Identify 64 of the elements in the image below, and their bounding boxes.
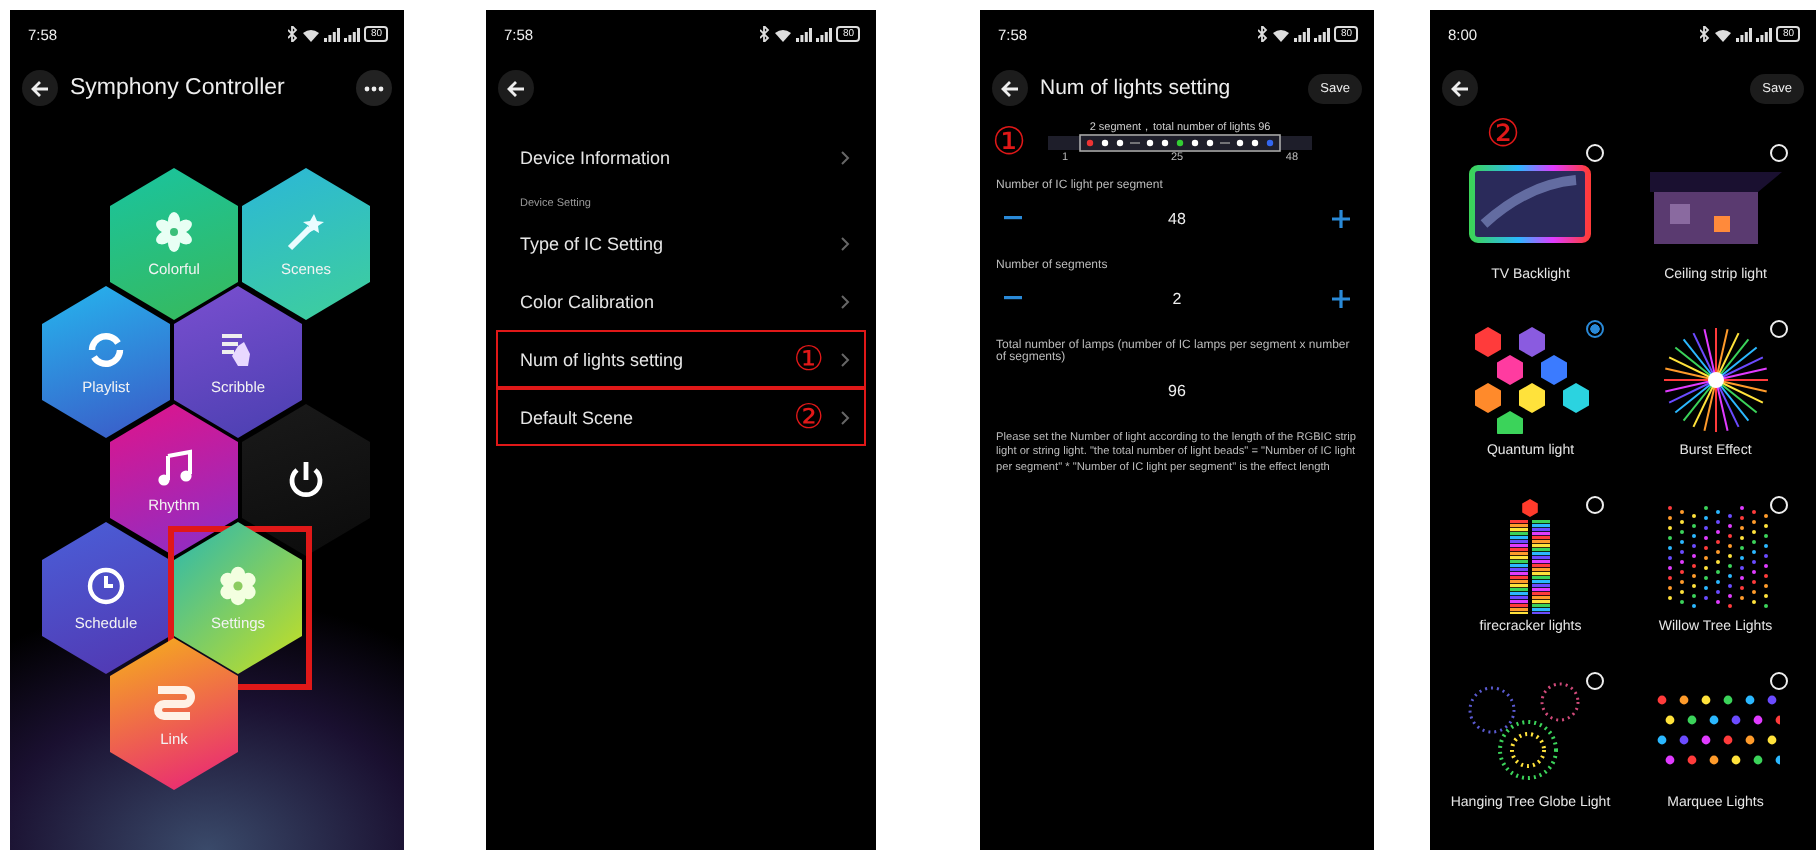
- power-icon: [284, 458, 328, 502]
- bluetooth-icon: [288, 26, 299, 42]
- signal-icon: [344, 27, 361, 41]
- more-button[interactable]: [356, 70, 392, 106]
- settings-row[interactable]: Color Calibration: [496, 272, 866, 330]
- row-label: Default Scene: [520, 407, 636, 427]
- burst-drawing: [1659, 324, 1772, 436]
- row-label: Type of IC Setting: [520, 233, 666, 253]
- more-icon: [364, 85, 384, 91]
- chevron-icon: [840, 149, 850, 165]
- radio-button[interactable]: [1585, 320, 1603, 338]
- wifi-icon: [1272, 27, 1291, 41]
- back-button[interactable]: [992, 70, 1028, 106]
- gear-icon: [218, 565, 258, 605]
- total-value: 96: [1168, 381, 1186, 399]
- row-label: Color Calibration: [520, 291, 657, 311]
- signal-icon: [1314, 27, 1331, 41]
- step-marker: ②: [793, 400, 824, 434]
- chevron-icon: [840, 409, 850, 425]
- signal-icon: [1294, 27, 1311, 41]
- signal-icon: [1756, 27, 1773, 41]
- settings-row[interactable]: Device Information: [496, 128, 866, 186]
- loop-icon: [86, 329, 126, 369]
- wifi-icon: [774, 27, 793, 41]
- signal-icon: [816, 27, 833, 41]
- back-arrow-icon: [506, 79, 526, 97]
- signal-icon: [324, 27, 341, 41]
- backlit-tv-drawing: [1468, 164, 1593, 244]
- step-marker: ①: [793, 342, 824, 376]
- settings-row[interactable]: Default Scene ②: [496, 388, 866, 446]
- chevron-icon: [840, 351, 850, 367]
- bluetooth-icon: [1258, 26, 1269, 42]
- chevron-icon: [840, 235, 850, 251]
- back-arrow-icon: [1000, 79, 1020, 97]
- back-button[interactable]: [1442, 70, 1478, 106]
- back-button[interactable]: [22, 70, 58, 106]
- row-label: Device Information: [520, 147, 673, 167]
- stepper-value: 48: [1168, 209, 1186, 227]
- row-label: Num of lights setting: [520, 349, 686, 369]
- wifi-icon: [1714, 27, 1733, 41]
- stepper-value: 2: [1172, 289, 1182, 307]
- clock-icon: [86, 565, 126, 605]
- back-arrow-icon: [1450, 79, 1470, 97]
- signal-icon: [1736, 27, 1753, 41]
- plus-button[interactable]: [1327, 285, 1354, 311]
- settings-row[interactable]: Num of lights setting ①: [496, 330, 866, 388]
- step-marker: ①: [992, 123, 1027, 161]
- plus-button[interactable]: [1328, 205, 1354, 231]
- bluetooth-icon: [760, 26, 771, 42]
- step-marker: ②: [1486, 116, 1521, 154]
- signal-icon: [796, 27, 813, 41]
- firecracker-lights-drawing: [1508, 498, 1553, 614]
- magic-wand-icon: [286, 211, 326, 251]
- screen-title: Symphony Controller: [70, 76, 287, 100]
- settings-row[interactable]: Type of IC Setting: [496, 214, 866, 272]
- screen-title: Num of lights setting: [1040, 76, 1233, 100]
- back-arrow-icon: [30, 79, 50, 97]
- bluetooth-icon: [1700, 26, 1711, 42]
- light-strip-icon: [152, 681, 196, 721]
- chevron-icon: [840, 293, 850, 309]
- flower-icon: [154, 211, 194, 251]
- back-button[interactable]: [498, 70, 534, 106]
- wifi-icon: [302, 27, 321, 41]
- music-note-icon: [154, 447, 194, 487]
